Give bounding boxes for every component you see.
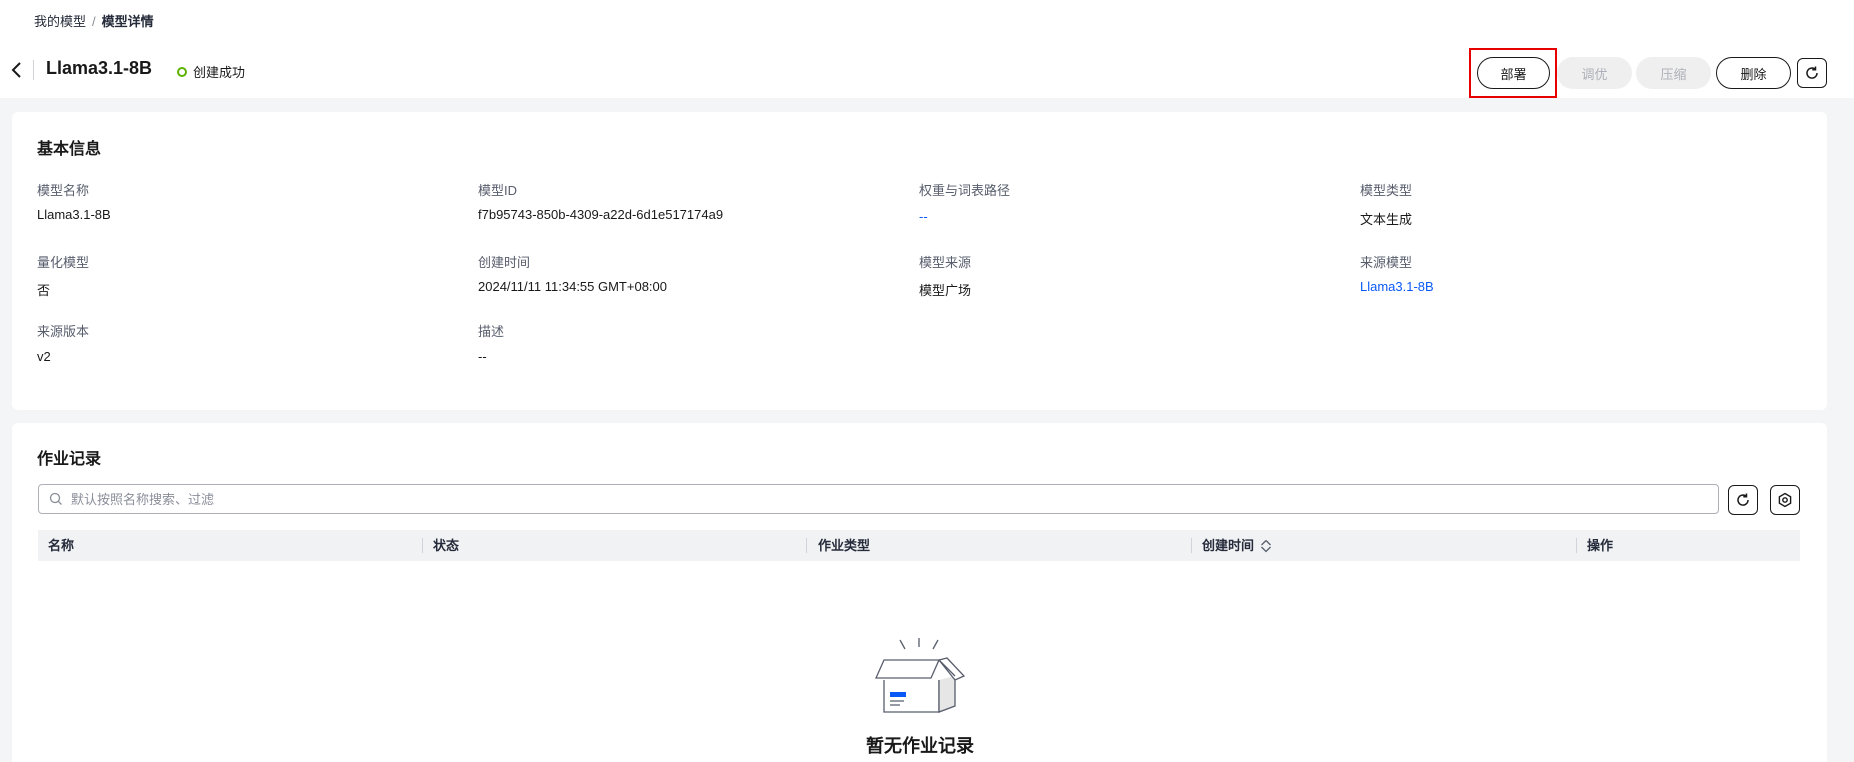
job-search-box[interactable] — [38, 484, 1719, 514]
page-header: 我的模型 / 模型详情 Llama3.1-8B 创建成功 部署 调优 压缩 删除 — [0, 0, 1854, 98]
sort-icon[interactable] — [1260, 539, 1272, 553]
column-header-actions: 操作 — [1587, 538, 1614, 553]
breadcrumb-current: 模型详情 — [101, 14, 154, 29]
refresh-icon — [1806, 66, 1818, 79]
column-header-name[interactable]: 名称 — [48, 530, 74, 561]
breadcrumb: 我的模型 / 模型详情 — [34, 11, 154, 30]
basic-info-card: 基本信息 模型名称 Llama3.1-8B 模型ID f7b95743-850b… — [12, 112, 1827, 410]
compress-button[interactable]: 压缩 — [1636, 57, 1711, 89]
field-label-quantized: 量化模型 — [37, 255, 90, 270]
empty-box-icon — [874, 638, 966, 713]
field-label-model-id: 模型ID — [478, 183, 518, 198]
field-label-model-type: 模型类型 — [1360, 183, 1413, 198]
field-value-source-model-link[interactable]: Llama3.1-8B — [1360, 279, 1434, 294]
refresh-button[interactable] — [1797, 58, 1827, 88]
page-title: Llama3.1-8B — [46, 58, 153, 78]
deploy-button[interactable]: 部署 — [1477, 57, 1550, 89]
field-value-description: -- — [478, 349, 487, 364]
back-icon[interactable] — [10, 60, 24, 80]
field-label-model-name: 模型名称 — [37, 183, 90, 198]
refresh-icon — [1737, 493, 1749, 506]
column-header-created-time[interactable]: 创建时间 — [1202, 530, 1272, 561]
field-label-description: 描述 — [478, 324, 505, 339]
job-search-input[interactable] — [69, 490, 1718, 508]
breadcrumb-separator: / — [92, 14, 96, 29]
field-value-source-version: v2 — [37, 349, 51, 364]
field-label-source-version: 来源版本 — [37, 324, 90, 339]
field-label-weight-path: 权重与词表路径 — [919, 183, 1011, 198]
column-resize-handle[interactable] — [1576, 538, 1577, 553]
field-value-created-time: 2024/11/11 11:34:55 GMT+08:00 — [478, 279, 668, 294]
status-text: 创建成功 — [193, 65, 246, 80]
field-value-model-id: f7b95743-850b-4309-a22d-6d1e517174a9 — [478, 207, 724, 222]
column-resize-handle[interactable] — [422, 538, 423, 553]
basic-info-title: 基本信息 — [37, 141, 102, 158]
field-value-model-source: 模型广场 — [919, 283, 972, 298]
field-value-model-name: Llama3.1-8B — [37, 207, 111, 222]
job-settings-button[interactable] — [1770, 485, 1800, 515]
field-label-source-model: 来源模型 — [1360, 255, 1413, 270]
field-label-model-source: 模型来源 — [919, 255, 972, 270]
status-badge: 创建成功 — [177, 62, 245, 81]
breadcrumb-root-link[interactable]: 我的模型 — [34, 14, 86, 29]
gear-icon — [1778, 492, 1792, 508]
tune-button[interactable]: 调优 — [1557, 57, 1632, 89]
job-records-title: 作业记录 — [37, 451, 102, 468]
column-header-created-time-label: 创建时间 — [1202, 538, 1255, 553]
status-dot-icon — [177, 66, 187, 77]
job-table-header: 名称 状态 作业类型 创建时间 操作 — [38, 530, 1800, 561]
field-label-created-time: 创建时间 — [478, 255, 531, 270]
empty-state-text: 暂无作业记录 — [866, 736, 974, 756]
column-header-job-type[interactable]: 作业类型 — [818, 530, 870, 561]
column-header-status[interactable]: 状态 — [433, 530, 459, 561]
search-icon — [49, 492, 62, 505]
job-refresh-button[interactable] — [1728, 485, 1758, 515]
title-divider — [33, 60, 34, 80]
field-value-weight-path[interactable]: -- — [919, 209, 928, 224]
field-value-model-type: 文本生成 — [1360, 212, 1413, 227]
delete-button[interactable]: 删除 — [1716, 57, 1791, 89]
column-resize-handle[interactable] — [806, 538, 807, 553]
field-value-quantized: 否 — [37, 283, 51, 298]
column-resize-handle[interactable] — [1191, 538, 1192, 553]
